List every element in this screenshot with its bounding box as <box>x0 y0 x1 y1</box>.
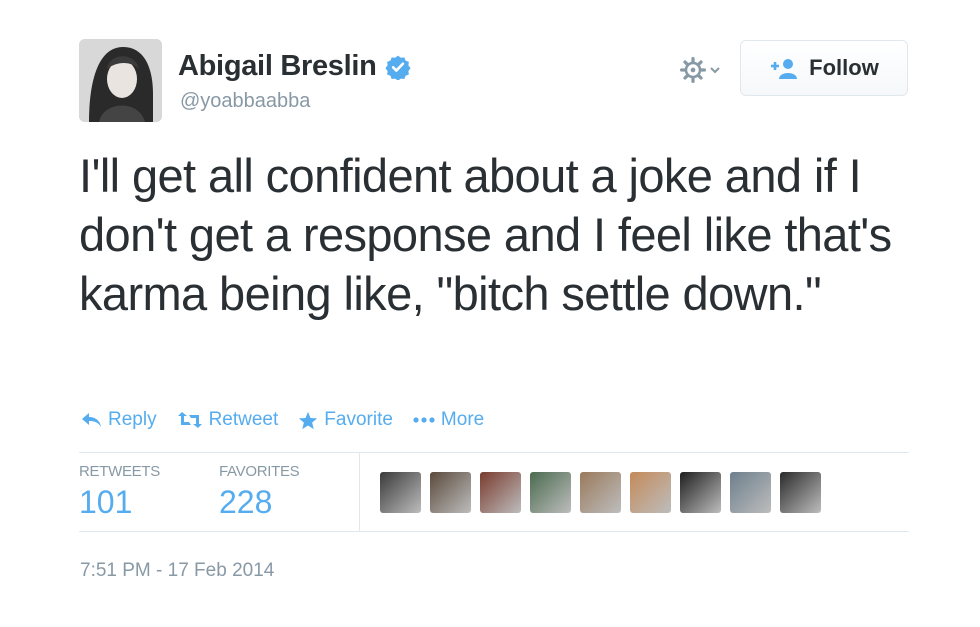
name-row: Abigail Breslin <box>178 50 411 83</box>
retweet-icon <box>177 412 202 428</box>
verified-badge-icon <box>384 55 411 80</box>
more-dots-icon <box>413 417 435 423</box>
favoriter-avatar[interactable] <box>680 472 721 513</box>
retweet-button[interactable]: Retweet <box>177 409 279 431</box>
user-handle[interactable]: @yoabbaabba <box>180 90 310 113</box>
favoriter-avatar[interactable] <box>780 472 821 513</box>
profile-photo <box>79 39 162 122</box>
tweet-text: I'll get all confident about a joke and … <box>79 149 892 320</box>
more-label: More <box>440 409 485 430</box>
favoriter-avatar[interactable] <box>580 472 621 513</box>
favoriter-avatars <box>380 472 821 513</box>
reply-icon <box>82 413 101 427</box>
tweet-actions: Reply Retweet Favorite More <box>80 409 484 431</box>
favoriter-avatar[interactable] <box>630 472 671 513</box>
stats-divider <box>359 453 360 531</box>
display-name[interactable]: Abigail Breslin <box>178 50 377 83</box>
retweet-label: Retweet <box>208 409 279 430</box>
favorites-stat[interactable]: FAVORITES 228 <box>219 463 300 521</box>
favoriter-avatar[interactable] <box>430 472 471 513</box>
favorites-count: 228 <box>219 484 273 520</box>
favoriter-avatar[interactable] <box>730 472 771 513</box>
settings-dropdown[interactable] <box>680 55 728 85</box>
star-icon <box>299 411 318 429</box>
reply-button[interactable]: Reply <box>80 409 157 431</box>
avatar[interactable] <box>79 39 162 122</box>
more-button[interactable]: More <box>413 409 484 431</box>
tweet-stats: RETWEETS 101 FAVORITES 228 <box>79 452 909 532</box>
retweets-count: 101 <box>79 484 133 520</box>
favorites-label: FAVORITES <box>219 463 300 480</box>
favorite-label: Favorite <box>324 409 393 430</box>
favoriter-avatar[interactable] <box>480 472 521 513</box>
favoriter-avatar[interactable] <box>530 472 571 513</box>
tweet-timestamp[interactable]: 7:51 PM - 17 Feb 2014 <box>80 560 274 582</box>
chevron-down-icon <box>710 67 720 74</box>
gear-icon <box>680 57 706 83</box>
reply-label: Reply <box>108 409 157 430</box>
follow-label: Follow <box>809 55 879 80</box>
follow-button[interactable]: Follow <box>740 40 908 96</box>
add-user-icon <box>771 59 798 79</box>
favorite-button[interactable]: Favorite <box>298 409 393 431</box>
retweets-stat[interactable]: RETWEETS 101 <box>79 463 160 521</box>
favoriter-avatar[interactable] <box>380 472 421 513</box>
retweets-label: RETWEETS <box>79 463 160 480</box>
